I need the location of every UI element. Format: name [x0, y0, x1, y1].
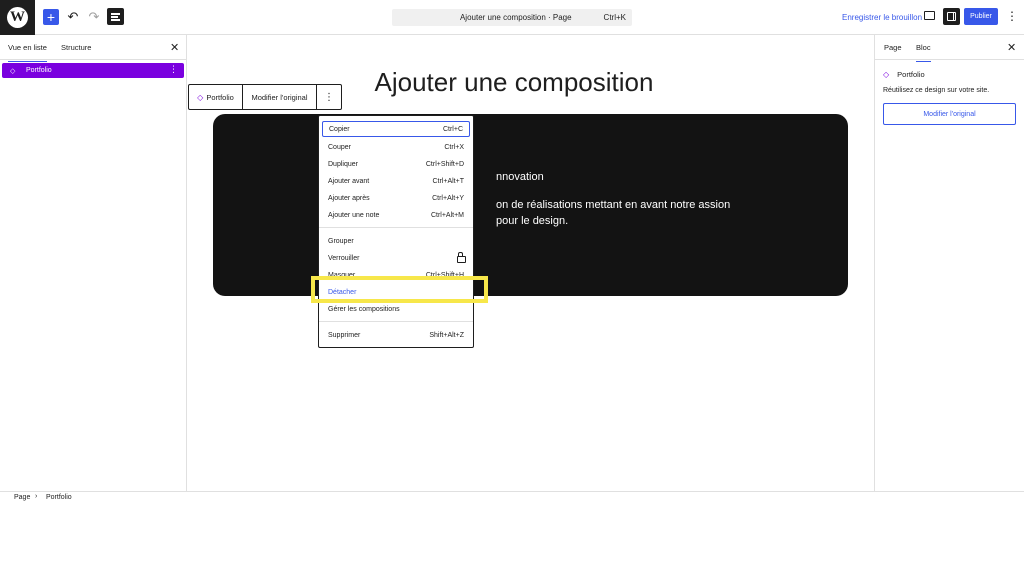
- publish-button[interactable]: Publier: [964, 8, 998, 25]
- pattern-icon: ◇: [883, 70, 890, 79]
- edit-original-button[interactable]: Modifier l'original: [883, 103, 1016, 125]
- block-name: Portfolio: [897, 70, 925, 79]
- settings-sidebar-button[interactable]: [943, 8, 960, 25]
- detach-highlight-box: [311, 276, 488, 303]
- document-title: Ajouter une composition · Page: [459, 13, 572, 22]
- block-options-icon[interactable]: ⋮: [317, 85, 341, 109]
- pattern-icon: ◇: [197, 92, 204, 102]
- menu-item-copy[interactable]: Copier Ctrl+C: [322, 121, 470, 137]
- close-icon[interactable]: ✕: [1007, 41, 1016, 54]
- settings-sidebar: Page Bloc ✕ ◇ Portfolio Réutilisez ce de…: [874, 35, 1024, 491]
- menu-divider: [319, 321, 473, 322]
- block-toolbar: ◇ Portfolio Modifier l'original ⋮: [188, 84, 342, 110]
- command-shortcut: Ctrl+K: [603, 13, 626, 22]
- undo-button[interactable]: ↶: [65, 9, 81, 25]
- tab-page[interactable]: Page: [884, 43, 902, 52]
- save-draft-button[interactable]: Enregistrer le brouillon: [842, 13, 922, 22]
- menu-item-cut[interactable]: Couper Ctrl+X: [322, 139, 470, 155]
- tab-block[interactable]: Bloc: [916, 43, 931, 62]
- block-description: Réutilisez ce design sur votre site.: [883, 87, 990, 94]
- menu-item-manage-patterns[interactable]: Gérer les compositions: [322, 301, 470, 317]
- command-palette-button[interactable]: Ajouter une composition · Page Ctrl+K: [392, 9, 632, 26]
- menu-item-add-note[interactable]: Ajouter une note Ctrl+Alt+M: [322, 207, 470, 223]
- edit-original-button[interactable]: Modifier l'original: [243, 85, 317, 109]
- more-options-icon[interactable]: ⋮: [1006, 9, 1018, 25]
- menu-item-insert-before[interactable]: Ajouter avant Ctrl+Alt+T: [322, 173, 470, 189]
- lock-icon: [457, 251, 466, 263]
- list-item-label: Portfolio: [26, 67, 52, 74]
- top-toolbar: W + ↶ ↷ Ajouter une composition · Page C…: [0, 0, 1024, 35]
- tab-list-view[interactable]: Vue en liste: [8, 43, 47, 62]
- left-panel-tabs: Vue en liste Structure ✕: [0, 35, 186, 62]
- list-view-panel: Vue en liste Structure ✕ ◇ Portfolio ⋮: [0, 35, 187, 491]
- block-paragraph: on de réalisations mettant en avant notr…: [496, 199, 731, 227]
- pattern-icon: ◇: [10, 67, 16, 75]
- menu-item-lock[interactable]: Verrouiller: [322, 250, 470, 266]
- menu-divider: [319, 227, 473, 228]
- menu-item-insert-after[interactable]: Ajouter après Ctrl+Alt+Y: [322, 190, 470, 206]
- block-card: ◇ Portfolio: [883, 70, 925, 79]
- menu-item-delete[interactable]: Supprimer Shift+Alt+Z: [322, 327, 470, 343]
- sidebar-icon: [947, 12, 956, 21]
- menu-item-duplicate[interactable]: Dupliquer Ctrl+Shift+D: [322, 156, 470, 172]
- breadcrumb-portfolio[interactable]: Portfolio: [46, 494, 72, 501]
- breadcrumb-page[interactable]: Page: [14, 494, 30, 501]
- block-heading: nnovation: [496, 171, 544, 183]
- list-item-options-icon[interactable]: ⋮: [169, 64, 178, 75]
- tab-structure[interactable]: Structure: [61, 43, 91, 52]
- right-panel-tabs: Page Bloc ✕: [875, 35, 1024, 62]
- menu-item-group[interactable]: Grouper: [322, 233, 470, 249]
- breadcrumb: Page › Portfolio: [0, 491, 1024, 505]
- list-item-portfolio[interactable]: ◇ Portfolio ⋮: [2, 63, 184, 78]
- wordpress-logo-button[interactable]: W: [0, 0, 35, 35]
- redo-button[interactable]: ↷: [86, 9, 102, 25]
- editor-canvas: Ajouter une composition nnovation on de …: [188, 35, 874, 491]
- block-type-button[interactable]: ◇ Portfolio: [189, 85, 243, 109]
- add-block-button[interactable]: +: [43, 9, 59, 25]
- chevron-right-icon: ›: [35, 493, 38, 500]
- wordpress-icon: W: [7, 7, 28, 28]
- preview-device-icon[interactable]: [924, 11, 935, 20]
- close-icon[interactable]: ✕: [170, 41, 179, 54]
- block-options-menu: Copier Ctrl+C Couper Ctrl+X Dupliquer Ct…: [318, 115, 474, 348]
- list-view-button[interactable]: [107, 8, 124, 25]
- portfolio-pattern-block[interactable]: nnovation on de réalisations mettant en …: [213, 114, 848, 296]
